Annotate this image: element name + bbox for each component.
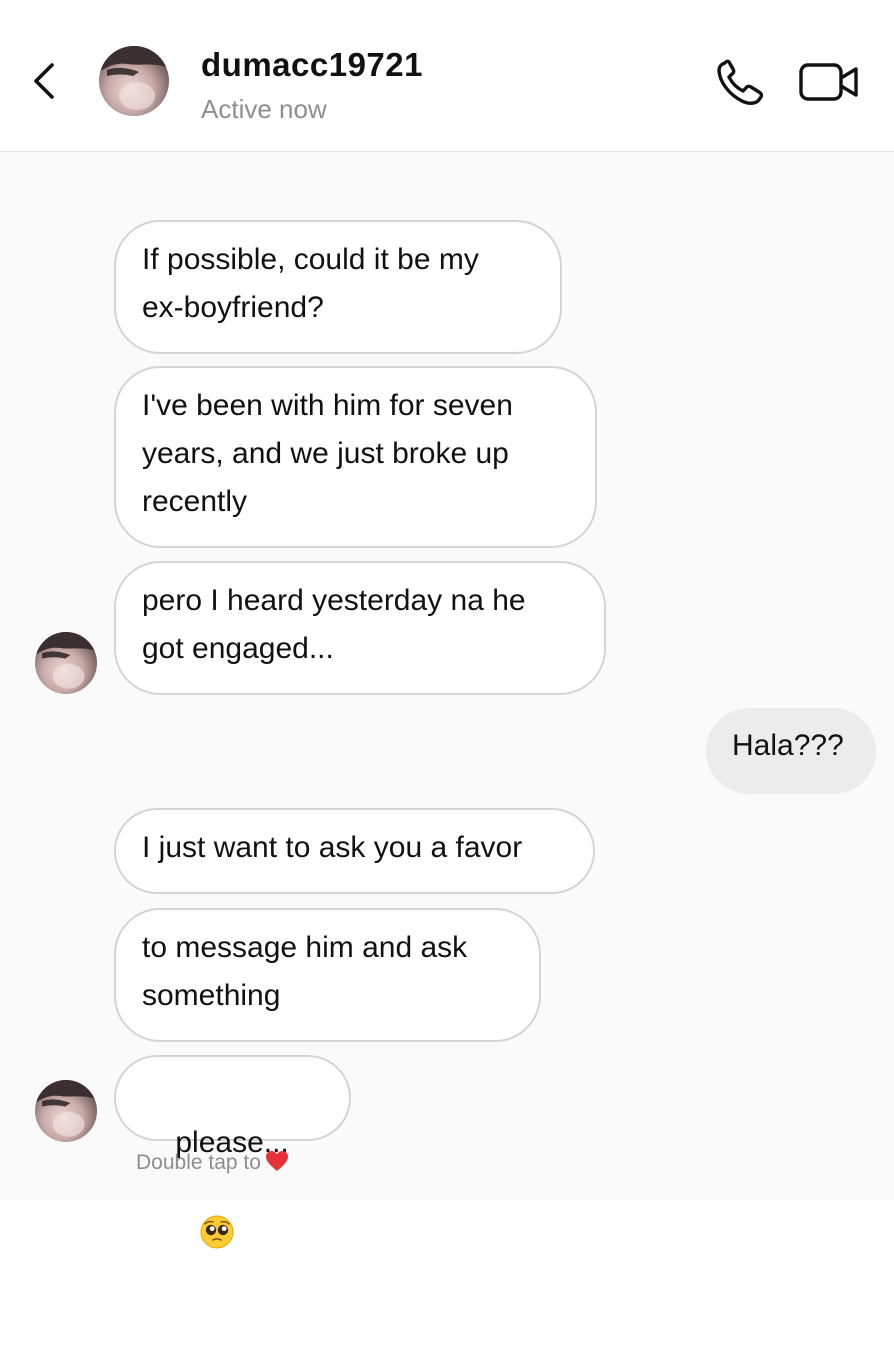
sent-message-bubble[interactable]: Hala??? (706, 708, 876, 794)
message-bubble[interactable]: pero I heard yesterday na he got engaged… (114, 561, 606, 695)
message-bubble[interactable]: If possible, could it be my ex-boyfriend… (114, 220, 562, 354)
message-bubble[interactable]: to message him and ask something (114, 908, 541, 1042)
message-thread[interactable]: If possible, could it be my ex-boyfriend… (0, 152, 894, 1249)
avatar[interactable] (99, 46, 169, 116)
avatar[interactable] (35, 632, 97, 694)
message-bubble[interactable]: please... (114, 1055, 351, 1249)
red-heart-icon (265, 1150, 289, 1178)
message-bubble[interactable]: I just want to ask you a favor (114, 808, 595, 894)
active-status: Active now (201, 94, 327, 124)
phone-icon (717, 59, 764, 105)
back-button[interactable] (22, 55, 66, 107)
video-camera-icon (799, 63, 858, 101)
message-bubble[interactable]: I've been with him for seven years, and … (114, 366, 597, 548)
double-tap-hint: Double tap to (136, 1150, 289, 1178)
avatar[interactable] (35, 1080, 97, 1142)
audio-call-button[interactable] (712, 57, 770, 109)
chat-header: dumacc19721 Active now (0, 0, 894, 152)
pleading-face-emoji-icon (150, 1167, 234, 1312)
chevron-left-icon (34, 63, 54, 99)
video-call-button[interactable] (798, 60, 862, 106)
hint-text: Double tap to (136, 1151, 261, 1174)
username[interactable]: dumacc19721 (201, 46, 423, 84)
